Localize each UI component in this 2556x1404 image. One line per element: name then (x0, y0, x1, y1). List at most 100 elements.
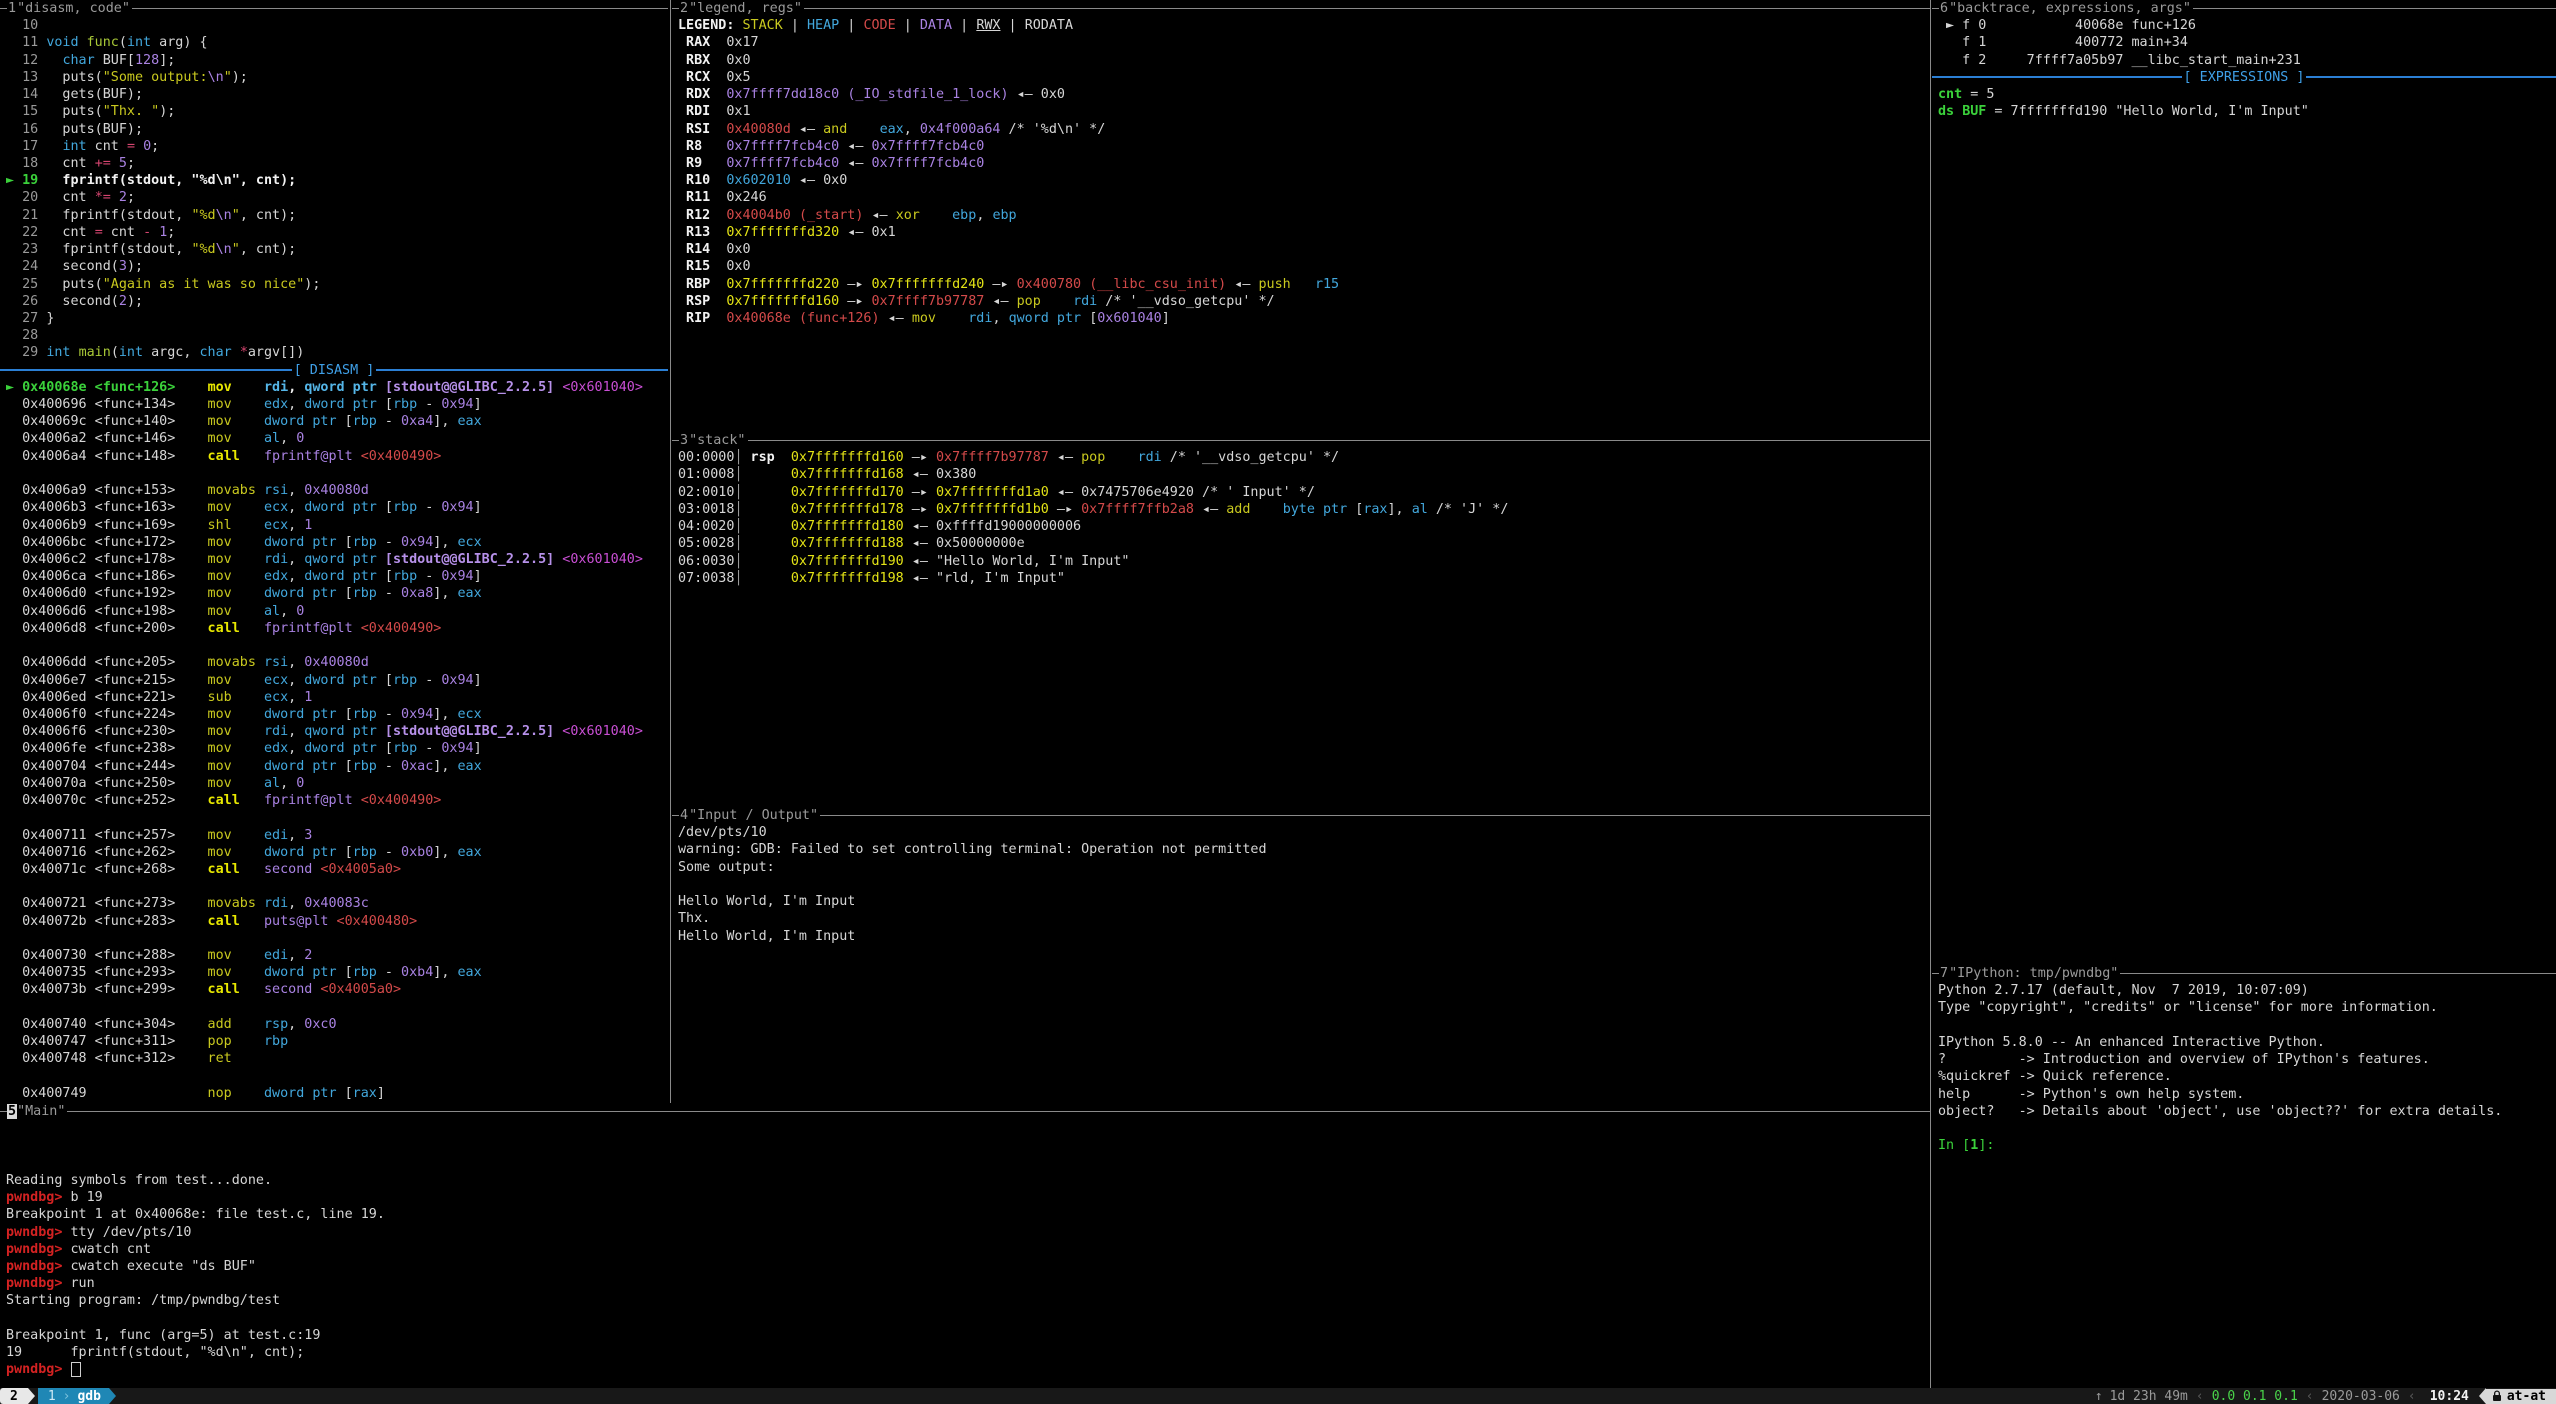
text-segment: mov (208, 724, 232, 739)
text-segment: qword ptr (304, 552, 385, 567)
hostname-text: at-at (2507, 1389, 2546, 1404)
window-separator-icon: › (63, 1389, 71, 1404)
text-segment: RDX (678, 87, 718, 102)
text-segment: 0x7fffffffd180 (791, 519, 904, 534)
terminal-line: 11 void func(int arg) { (6, 34, 668, 51)
text-segment: dword ptr (304, 500, 385, 515)
terminal-line: 0x4006f0 <func+224> mov dword ptr [rbp -… (6, 706, 668, 723)
text-segment: cnt (46, 190, 94, 205)
text-segment: ► (6, 173, 22, 188)
text-segment: (_IO_stdfile_1_lock) (847, 87, 1008, 102)
terminal-line: RAX 0x17 (678, 34, 1930, 51)
text-segment: , (288, 948, 304, 963)
pane-title-backtrace: 6"backtrace, expressions, args" (1932, 0, 2556, 17)
text-segment: dword ptr (264, 535, 345, 550)
pane-legend-regs[interactable]: 2"legend, regs" LEGEND: STACK | HEAP | C… (672, 0, 1930, 432)
pane-ipython[interactable]: 7"IPython: tmp/pwndbg" Python 2.7.17 (de… (1932, 965, 2556, 1388)
terminal-line: LEGEND: STACK | HEAP | CODE | DATA | RWX… (678, 17, 1930, 34)
pane-main-gdb[interactable]: 5"Main" Reading symbols from test...done… (0, 1103, 1930, 1388)
text-segment (71, 345, 79, 360)
pane-input-output[interactable]: 4"Input / Output" /dev/pts/10warning: GD… (672, 807, 1930, 1103)
text-segment: R9 (678, 156, 718, 171)
text-segment: cwatch cnt (71, 1242, 152, 1257)
text-segment: , (288, 552, 304, 567)
expressions-section-divider: [ EXPRESSIONS ] (1932, 69, 2556, 86)
text-segment: , (288, 380, 304, 395)
text-segment: ► f 0 40068e func+126 (1938, 18, 2196, 33)
text-segment: , (976, 208, 992, 223)
text-segment: 3 (304, 828, 312, 843)
text-segment: f 2 7ffff7a05b97 __libc_start_main+231 (1938, 53, 2301, 68)
text-segment (920, 208, 952, 223)
text-segment: 0x7ffff7dd18c0 (726, 87, 839, 102)
text-segment: mov (208, 500, 232, 515)
text-segment (232, 707, 264, 722)
text-segment: RIP (678, 311, 718, 326)
text-segment: , (288, 724, 304, 739)
text-segment (232, 569, 264, 584)
text-segment: 0x7fffffffd198 (791, 571, 904, 586)
terminal-line: 25 puts("Again as it was so nice"); (6, 276, 668, 293)
terminal-line: 18 cnt += 5; (6, 155, 668, 172)
pane-title-ipython: 7"IPython: tmp/pwndbg" (1932, 965, 2556, 982)
text-segment: , (288, 500, 304, 515)
text-segment: ] (474, 500, 482, 515)
text-segment: call (208, 793, 240, 808)
text-segment: and (823, 122, 847, 137)
ipython-console[interactable]: Python 2.7.17 (default, Nov 7 2019, 10:0… (1932, 982, 2556, 1154)
text-segment: 22 (6, 225, 46, 240)
text-segment: [ (345, 965, 353, 980)
load-average: 0.0 0.1 0.1 (2212, 1389, 2298, 1404)
text-segment: <0x4005a0> (320, 862, 401, 877)
terminal-line: 0x4006ed <func+221> sub ecx, 1 (6, 689, 668, 706)
text-segment: 0x4006f0 <func+224> (6, 707, 208, 722)
text-segment (232, 414, 264, 429)
text-segment (353, 621, 361, 636)
terminal-line: pwndbg> tty /dev/pts/10 (6, 1224, 1930, 1241)
disasm-divider-label: [ DISASM ] (292, 363, 377, 378)
text-segment: 0x7fffffffd320 (726, 225, 839, 240)
pane-stack[interactable]: 3"stack" 00:0000│ rsp 0x7fffffffd160 —▸ … (672, 432, 1930, 807)
text-segment (46, 53, 62, 68)
text-segment: 3 (119, 259, 127, 274)
window-tab-gdb[interactable]: 1 › gdb (38, 1388, 109, 1404)
text-segment: mov (208, 845, 232, 860)
pane-border-vertical-left[interactable] (670, 0, 671, 1103)
terminal-line: 0x400721 <func+273> movabs rdi, 0x40083c (6, 895, 668, 912)
text-segment: ] (474, 397, 482, 412)
text-segment: —▸ (904, 485, 936, 500)
pane-disasm-code[interactable]: 1"disasm, code" 10 11 void func(int arg)… (0, 0, 668, 1103)
text-segment: , (280, 776, 296, 791)
text-segment: 15 (6, 104, 46, 119)
text-segment: Thx. (678, 911, 718, 926)
text-segment: edx (264, 741, 288, 756)
gdb-console[interactable]: Reading symbols from test...done.pwndbg>… (0, 1120, 1930, 1378)
terminal-line: R9 0x7ffff7fcb4c0 ◂— 0x7ffff7fcb4c0 (678, 155, 1930, 172)
text-segment: edi (264, 948, 288, 963)
text-segment: , (992, 311, 1008, 326)
text-segment (353, 793, 361, 808)
pane-title-label: "disasm, code" (17, 1, 130, 16)
session-badge[interactable]: 2 (0, 1388, 28, 1404)
text-segment: (func+126) (799, 311, 880, 326)
text-segment: mov (208, 397, 232, 412)
window-index: 1 (48, 1389, 56, 1404)
pane-border-vertical-right[interactable] (1930, 0, 1931, 1388)
text-segment: int (62, 139, 86, 154)
text-segment: ], (433, 707, 457, 722)
pane-backtrace-expressions[interactable]: 6"backtrace, expressions, args" ► f 0 40… (1932, 0, 2556, 965)
text-segment (151, 225, 159, 240)
text-segment: HEAP (807, 18, 839, 33)
text-segment (232, 965, 264, 980)
text-segment: eax (457, 759, 481, 774)
text-segment: rsi (264, 483, 288, 498)
text-segment (232, 690, 264, 705)
text-segment (936, 311, 968, 326)
text-segment: cnt (103, 225, 143, 240)
text-segment: main (79, 345, 111, 360)
terminal-line: 13 puts("Some output:\n"); (6, 69, 668, 86)
text-segment: fprintf(stdout, (46, 242, 191, 257)
text-segment: 0x4006d6 <func+198> (6, 604, 208, 619)
text-segment: 04:0020 (678, 519, 734, 534)
text-segment: \n (208, 70, 224, 85)
